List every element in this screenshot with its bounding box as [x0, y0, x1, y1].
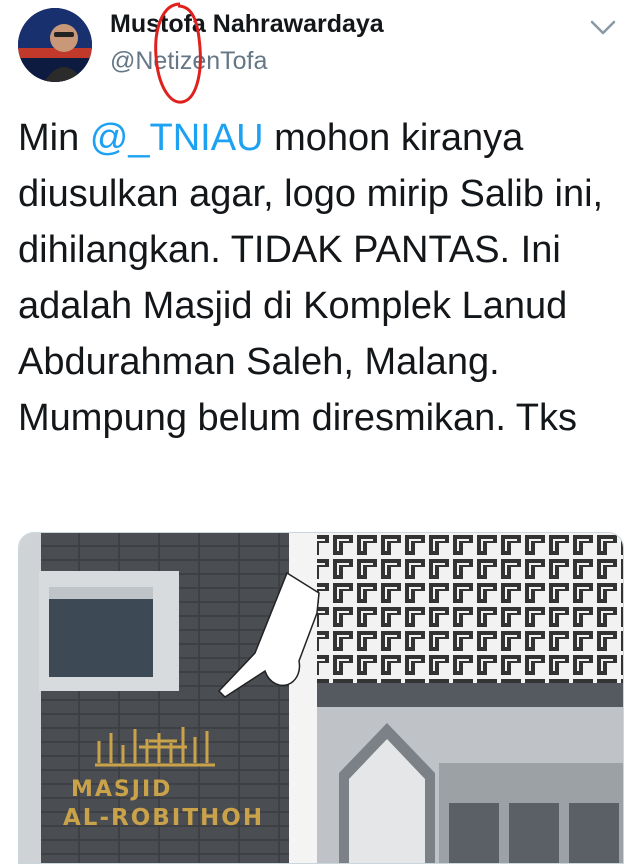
chevron-down-icon[interactable] [588, 16, 618, 40]
sign-line-2: AL-ROBITHOH [63, 805, 265, 831]
avatar[interactable] [18, 8, 92, 82]
sign-line-1: MASJID [71, 777, 173, 802]
mention-link[interactable]: @_TNIAU [90, 117, 264, 159]
author-handle[interactable]: @NetizenTofa [110, 47, 267, 76]
tweet-photo[interactable]: MASJID AL-ROBITHOH [18, 532, 624, 864]
author-name[interactable]: Mustofa Nahrawardaya [110, 10, 384, 39]
tweet-text: Min @_TNIAU mohon kiranya diusulkan agar… [18, 110, 618, 446]
tweet-text-start: Min [18, 117, 90, 159]
tweet-text-rest: mohon kiranya diusulkan agar, logo mirip… [18, 117, 604, 439]
